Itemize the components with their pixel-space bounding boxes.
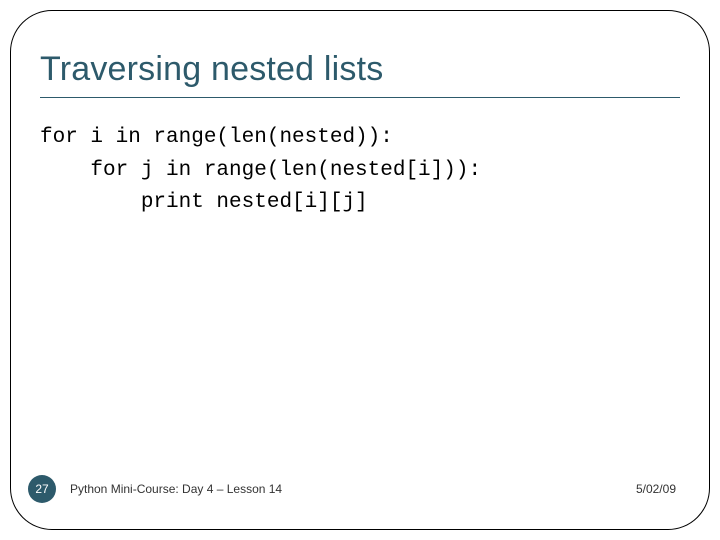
slide-title: Traversing nested lists	[40, 50, 680, 89]
footer-course-text: Python Mini-Course: Day 4 – Lesson 14	[70, 482, 636, 496]
footer-date: 5/02/09	[636, 482, 676, 496]
code-line-1: for i in range(len(nested)):	[40, 126, 393, 149]
title-divider	[40, 97, 680, 98]
page-number-badge: 27	[28, 475, 56, 503]
slide-footer: 27 Python Mini-Course: Day 4 – Lesson 14…	[0, 474, 720, 504]
page-number: 27	[35, 482, 48, 496]
slide: Traversing nested lists for i in range(l…	[0, 0, 720, 540]
code-line-3: print nested[i][j]	[40, 191, 368, 214]
slide-content: Traversing nested lists for i in range(l…	[10, 10, 710, 530]
code-line-2: for j in range(len(nested[i])):	[40, 159, 481, 182]
code-block: for i in range(len(nested)): for j in ra…	[40, 122, 680, 220]
